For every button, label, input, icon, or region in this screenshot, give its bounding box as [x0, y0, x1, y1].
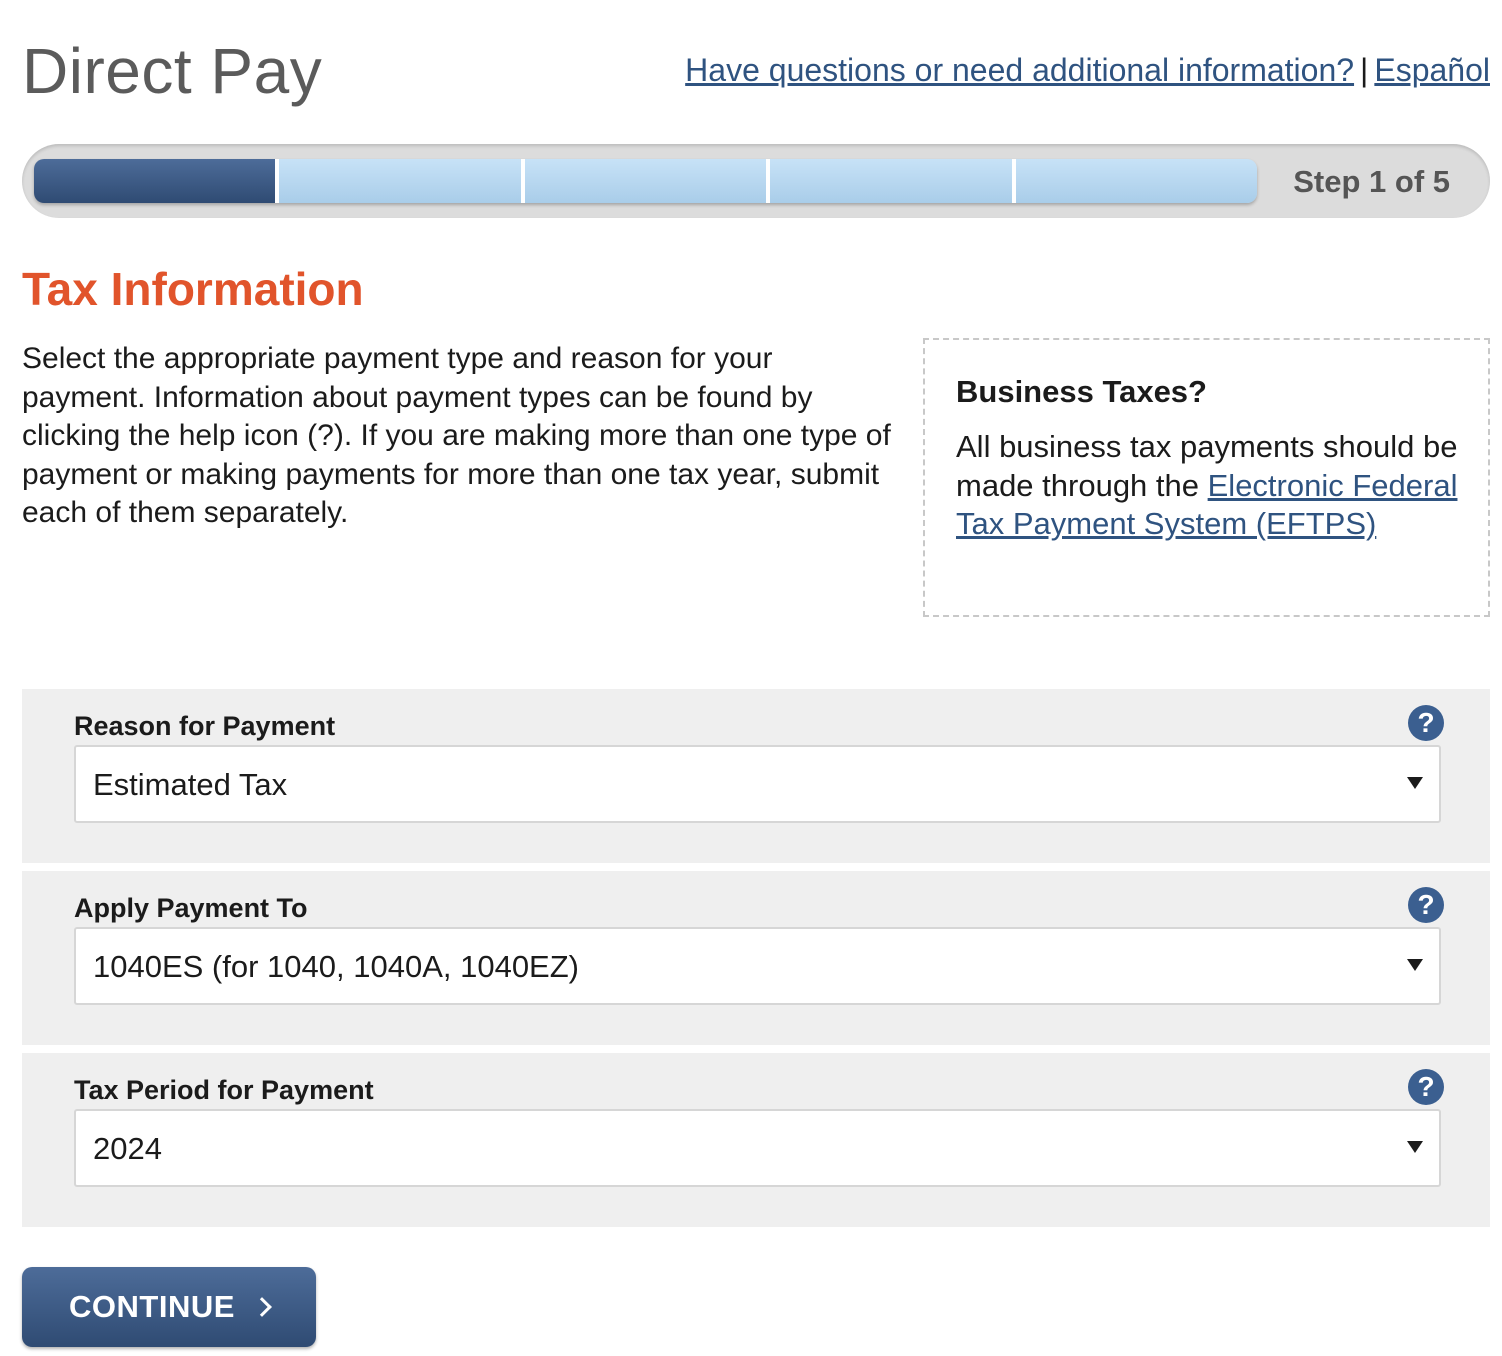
chevron-down-icon: [1407, 1141, 1423, 1153]
header-links: Have questions or need additional inform…: [685, 52, 1490, 89]
reason-for-payment-select[interactable]: Estimated Tax: [74, 745, 1441, 823]
progress-track: [34, 159, 1257, 203]
help-info-link[interactable]: Have questions or need additional inform…: [685, 52, 1354, 88]
progress-step-4: [766, 159, 1012, 203]
chevron-down-icon: [1407, 959, 1423, 971]
step-label: Step 1 of 5: [1293, 164, 1450, 199]
page-header: Direct Pay Have questions or need additi…: [22, 30, 1490, 120]
continue-label: CONTINUE: [69, 1289, 235, 1324]
progress-step-1: [34, 159, 276, 203]
reason-help-icon[interactable]: ?: [1408, 705, 1444, 741]
apply-payment-to-label: Apply Payment To: [74, 893, 308, 923]
reason-for-payment-label: Reason for Payment: [74, 711, 336, 741]
chevron-down-icon: [1407, 777, 1423, 789]
tax-period-label: Tax Period for Payment: [74, 1075, 374, 1105]
business-taxes-title: Business Taxes?: [956, 374, 1207, 409]
chevron-right-icon: [252, 1297, 272, 1317]
progress-step-5: [1011, 159, 1257, 203]
tax-period-panel: Tax Period for Payment ? 2024: [22, 1053, 1490, 1227]
reason-for-payment-value: Estimated Tax: [93, 767, 288, 802]
business-taxes-body: All business tax payments should be made…: [956, 428, 1458, 544]
apply-payment-to-select[interactable]: 1040ES (for 1040, 1040A, 1040EZ): [74, 927, 1441, 1005]
apply-payment-to-value: 1040ES (for 1040, 1040A, 1040EZ): [93, 949, 579, 984]
tax-period-select[interactable]: 2024: [74, 1109, 1441, 1187]
espanol-link[interactable]: Español: [1374, 52, 1490, 88]
tax-period-value: 2024: [93, 1131, 162, 1166]
tax-period-help-icon[interactable]: ?: [1408, 1069, 1444, 1105]
link-separator: |: [1360, 52, 1369, 88]
progress-bar: Step 1 of 5: [22, 144, 1490, 218]
business-taxes-box: Business Taxes? All business tax payment…: [923, 338, 1490, 617]
apply-payment-to-panel: Apply Payment To ? 1040ES (for 1040, 104…: [22, 871, 1490, 1045]
apply-payment-help-icon[interactable]: ?: [1408, 887, 1444, 923]
continue-button[interactable]: CONTINUE: [22, 1267, 316, 1347]
app-title: Direct Pay: [22, 35, 323, 107]
section-title: Tax Information: [22, 263, 364, 315]
progress-step-3: [520, 159, 767, 203]
progress-step-2: [275, 159, 521, 203]
intro-text: Select the appropriate payment type and …: [22, 342, 891, 529]
reason-for-payment-panel: Reason for Payment ? Estimated Tax: [22, 689, 1490, 863]
